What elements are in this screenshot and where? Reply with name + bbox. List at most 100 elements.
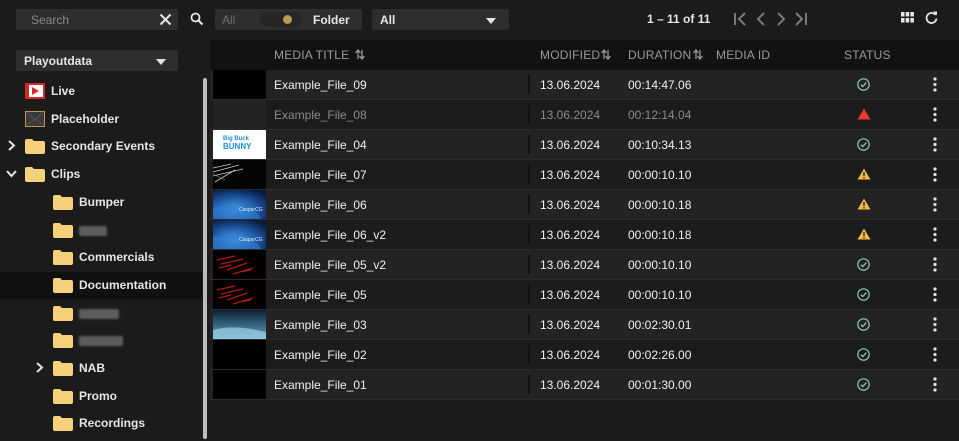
table-row[interactable]: CasparCG Example_File_06 13.06.2024 00:0… [210, 190, 959, 220]
more-options-icon[interactable] [933, 167, 937, 185]
tree-item[interactable]: Live [0, 78, 202, 105]
tree-item[interactable]: Documentation [0, 271, 202, 299]
modified-date: 13.06.2024 [540, 168, 601, 182]
status-error-icon [857, 108, 871, 123]
status-ok-icon [857, 348, 870, 364]
source-select[interactable]: Playoutdata [16, 50, 178, 71]
thumb-text: BUNNY [223, 142, 252, 151]
tree-item-label: Recordings [79, 416, 146, 431]
scrollbar-thumb[interactable] [203, 78, 207, 439]
column-divider [528, 345, 530, 364]
folder-icon [53, 388, 73, 407]
chevron-right-icon[interactable] [34, 362, 45, 376]
media-thumbnail: Big Buck BUNNY [213, 130, 266, 159]
table-row[interactable]: Example_File_05 13.06.2024 00:00:10.10 [210, 280, 959, 310]
sort-icon[interactable] [355, 49, 365, 60]
first-page-icon[interactable] [733, 11, 749, 27]
more-options-icon[interactable] [933, 197, 937, 215]
column-divider [528, 195, 530, 214]
tree-item[interactable]: Bumper [0, 189, 202, 216]
toggle-folder-label: Folder [313, 13, 350, 27]
table-row[interactable]: Example_File_08 13.06.2024 00:12:14.04 [210, 100, 959, 130]
grid-view-icon[interactable] [901, 12, 914, 23]
tree-item-label: Secondary Events [51, 139, 156, 154]
tree-item[interactable]: Promo [0, 383, 202, 410]
table-row[interactable]: Example_File_01 13.06.2024 00:01:30.00 [210, 370, 959, 400]
table-empty-area [210, 400, 959, 441]
table-header: MEDIA TITLE MODIFIED DURATION MEDIA ID S… [210, 40, 959, 70]
last-page-icon[interactable] [792, 11, 808, 27]
next-page-icon[interactable] [773, 11, 789, 27]
chevron-right-icon[interactable] [6, 140, 17, 154]
status-ok-icon [857, 288, 870, 304]
tree-item[interactable]: NAB [0, 355, 202, 382]
column-header-modified[interactable]: MODIFIED [540, 48, 600, 62]
column-divider [528, 225, 530, 244]
tree-item[interactable] [0, 300, 202, 327]
duration: 00:00:10.10 [628, 258, 692, 272]
more-options-icon[interactable] [933, 377, 937, 395]
media-table: MEDIA TITLE MODIFIED DURATION MEDIA ID S… [210, 40, 959, 400]
table-row[interactable]: Example_File_09 13.06.2024 00:14:47.06 [210, 70, 959, 100]
sidebar-scrollbar[interactable] [203, 78, 207, 439]
duration: 00:12:14.04 [628, 108, 692, 122]
clear-search-icon[interactable] [159, 13, 172, 26]
sort-icon[interactable] [693, 49, 703, 60]
more-options-icon[interactable] [933, 257, 937, 275]
table-row[interactable]: Example_File_07 13.06.2024 00:00:10.10 [210, 160, 959, 190]
tree-item[interactable]: Commercials [0, 244, 202, 271]
column-divider [528, 135, 530, 154]
tree-item[interactable]: Secondary Events [0, 133, 202, 160]
more-options-icon[interactable] [933, 317, 937, 335]
more-options-icon[interactable] [933, 227, 937, 245]
folder-icon [25, 166, 45, 185]
table-row[interactable]: CasparCG Example_File_06_v2 13.06.2024 0… [210, 220, 959, 250]
sort-icon[interactable] [601, 49, 611, 60]
tree-item[interactable]: Recordings [0, 410, 202, 437]
status-ok-icon [857, 318, 870, 334]
search-input[interactable] [16, 9, 161, 30]
table-row[interactable]: Big Buck BUNNY Example_File_04 13.06.202… [210, 130, 959, 160]
all-folder-toggle[interactable]: All Folder [215, 9, 362, 30]
duration: 00:14:47.06 [628, 78, 692, 92]
duration: 00:00:10.10 [628, 168, 692, 182]
table-row[interactable]: Example_File_02 13.06.2024 00:02:26.00 [210, 340, 959, 370]
table-row[interactable]: Example_File_05_v2 13.06.2024 00:00:10.1… [210, 250, 959, 280]
live-icon [25, 83, 45, 102]
media-thumbnail [213, 280, 266, 309]
tree-item[interactable] [0, 327, 202, 354]
folder-icon [53, 332, 73, 351]
redacted-label [79, 225, 107, 236]
modified-date: 13.06.2024 [540, 198, 601, 212]
tree-item[interactable]: Placeholder [0, 106, 202, 133]
toggle-knob[interactable] [283, 15, 292, 24]
tree-item[interactable]: Clips [0, 161, 202, 188]
modified-date: 13.06.2024 [540, 318, 601, 332]
column-divider [528, 255, 530, 274]
tree-item[interactable] [0, 217, 202, 244]
chevron-down-icon[interactable] [6, 168, 17, 182]
status-ok-icon [857, 78, 870, 94]
previous-page-icon[interactable] [753, 11, 769, 27]
table-row[interactable]: Example_File_03 13.06.2024 00:02:30.01 [210, 310, 959, 340]
media-title: Example_File_01 [274, 378, 367, 392]
modified-date: 13.06.2024 [540, 348, 601, 362]
column-header-title[interactable]: MEDIA TITLE [274, 48, 349, 62]
refresh-icon[interactable] [925, 11, 938, 24]
column-header-duration[interactable]: DURATION [628, 48, 691, 62]
more-options-icon[interactable] [933, 77, 937, 95]
column-header-status[interactable]: STATUS [844, 48, 891, 62]
media-title: Example_File_06 [274, 198, 367, 212]
more-options-icon[interactable] [933, 137, 937, 155]
more-options-icon[interactable] [933, 107, 937, 125]
toggle-track[interactable] [260, 12, 302, 27]
more-options-icon[interactable] [933, 287, 937, 305]
more-options-icon[interactable] [933, 347, 937, 365]
duration: 00:01:30.00 [628, 378, 692, 392]
tree-item-label: Bumper [79, 194, 125, 209]
search-icon[interactable] [190, 12, 204, 26]
media-title: Example_File_08 [274, 108, 367, 122]
type-filter-select[interactable]: All [372, 9, 509, 30]
column-header-media-id[interactable]: MEDIA ID [716, 48, 770, 62]
media-thumbnail [213, 340, 266, 369]
